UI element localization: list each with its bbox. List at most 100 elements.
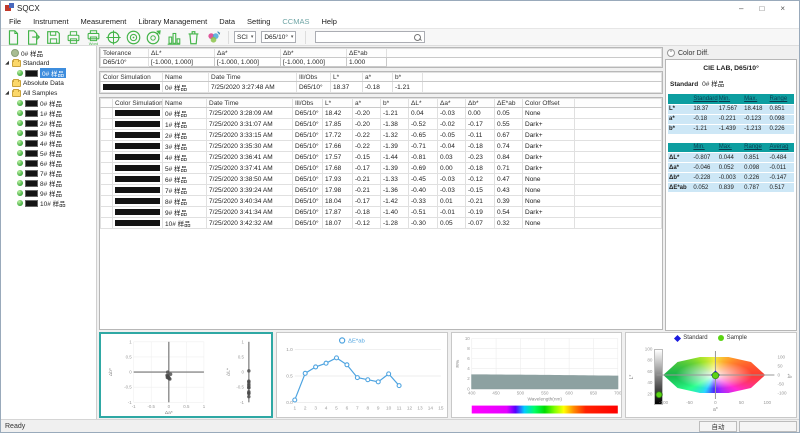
sample-cell: -0.52 [409,119,438,130]
color-simulation-swatch [115,121,160,127]
illuminant-observer-select[interactable]: D65/10°▾ [261,31,296,43]
target-button[interactable] [144,29,163,45]
abs-cell: -1.213 [743,124,768,134]
sample-row[interactable]: 2# 样品7/25/2020 3:33:15 AMD65/10°17.72-0.… [101,130,662,141]
tree-item-sample[interactable]: 0# 样品 [1,68,96,78]
abs-row: b*-1.21-1.439-1.2130.226 [668,124,794,134]
samples-header: Ill/Obs [293,99,323,108]
tree-item-sample[interactable]: 10# 样品 [1,198,96,208]
new-document-button[interactable] [4,29,23,45]
sample-cell: Dark+ [523,119,575,130]
delta-ab-scatter-chart[interactable]: -1-0.500.51-1-0.500.51Δa*Δb*-1-0.500.51Δ… [99,332,273,418]
delete-button[interactable] [184,29,203,45]
sample-row[interactable]: 0# 样品7/25/2020 3:28:09 AMD65/10°18.42-0.… [101,108,662,119]
sample-row[interactable]: 4# 样品7/25/2020 3:36:41 AMD65/10°17.57-0.… [101,152,662,163]
menu-item-ccmas[interactable]: CCMAS [276,16,315,27]
color-simulation-swatch [115,187,160,193]
calibrate-button[interactable] [104,29,123,45]
save-button[interactable] [44,29,63,45]
tree-item-sample[interactable]: 8# 样品 [1,178,96,188]
sample-row[interactable]: 10# 样品7/25/2020 3:42:32 AMD65/10°18.07-0… [101,218,662,229]
search-input[interactable] [316,32,413,42]
abs-header [668,94,692,104]
spectral-reflectance-chart[interactable]: 0246810400450500550600650700Wavelength(n… [451,332,623,418]
tolerance-value[interactable]: 1.000 [347,58,387,67]
print-button[interactable] [64,29,83,45]
sample-row[interactable]: 8# 样品7/25/2020 3:40:34 AMD65/10°18.04-0.… [101,196,662,207]
calibration-rings-button[interactable] [124,29,143,45]
tree-item-sample[interactable]: 2# 样品 [1,118,96,128]
sample-color-swatch [25,110,38,117]
search-icon[interactable] [413,33,422,42]
sample-row[interactable]: 7# 样品7/25/2020 3:39:24 AMD65/10°17.98-0.… [101,185,662,196]
sample-cell: 7/25/2020 3:39:24 AM [207,185,293,196]
auto-button[interactable]: 自动 [699,421,737,432]
tree-item-sample[interactable]: 4# 样品 [1,138,96,148]
tree-node-absolute-data[interactable]: Absolute Data [1,78,96,88]
tree-item-current-standard[interactable]: 0# 样品 [1,48,96,58]
tree-item-sample[interactable]: 5# 样品 [1,148,96,158]
tree-item-sample[interactable]: 0# 样品 [1,98,96,108]
sample-row[interactable]: 1# 样品7/25/2020 3:31:07 AMD65/10°17.85-0.… [101,119,662,130]
target-icon [145,29,162,46]
color-simulation-swatch [115,143,160,149]
abs-header: Max. [743,94,768,104]
menu-item-library-management[interactable]: Library Management [132,16,213,27]
sample-row[interactable]: 9# 样品7/25/2020 3:41:34 AMD65/10°17.87-0.… [101,207,662,218]
sample-cell: -1.28 [381,218,409,229]
collapse-up-icon[interactable]: ^ [667,49,675,57]
close-button[interactable]: × [780,4,785,13]
measured-icon [17,150,23,156]
sample-color-swatch [25,130,38,137]
menu-item-measurement[interactable]: Measurement [75,16,133,27]
minimize-button[interactable]: – [739,4,743,13]
measurement-mode-select[interactable]: SCI▾ [234,31,256,43]
color-simulation-swatch [115,198,160,204]
svg-text:1: 1 [129,339,132,344]
tree-item-sample[interactable]: 3# 样品 [1,128,96,138]
sample-row[interactable]: 3# 样品7/25/2020 3:35:30 AMD65/10°17.66-0.… [101,141,662,152]
menu-item-help[interactable]: Help [315,16,342,27]
color-simulation-swatch [115,132,160,138]
svg-text:-0.5: -0.5 [124,385,132,390]
sample-row[interactable]: 5# 样品7/25/2020 3:37:41 AMD65/10°17.68-0.… [101,163,662,174]
tree-item-sample[interactable]: 7# 样品 [1,168,96,178]
tree-node-all-samples[interactable]: ◢All Samples [1,88,96,98]
export-document-button[interactable] [24,29,43,45]
print-word-button[interactable]: Word [84,29,103,45]
expanded-icon[interactable]: ◢ [4,60,10,66]
color-diff-header[interactable]: ^ Color Diff. [665,47,797,59]
menu-item-instrument[interactable]: Instrument [27,16,74,27]
sample-cell: -0.22 [353,130,381,141]
tolerance-value[interactable]: [-1.000, 1.000] [215,58,281,67]
abs-header: Min. [718,94,743,104]
tolerance-value[interactable]: [-1.000, 1.000] [281,58,347,67]
menu-item-data[interactable]: Data [213,16,241,27]
tree-item-sample[interactable]: 1# 样品 [1,108,96,118]
svg-text:a*: a* [713,407,718,413]
delta-e-trend-chart[interactable]: ΔE*ab0.00.51.0123456789101112131415 [276,332,448,418]
color-tool-button[interactable] [204,29,223,45]
diff-cell: -0.807 [692,153,717,163]
statistics-button[interactable] [164,29,183,45]
tree-item-sample[interactable]: 9# 样品 [1,188,96,198]
tree-item-sample[interactable]: 6# 样品 [1,158,96,168]
sample-cell: 0.55 [495,119,523,130]
maximize-button[interactable]: □ [759,4,764,13]
expanded-icon[interactable]: ◢ [4,90,10,96]
standard-row[interactable]: 0# 样品7/25/2020 3:27:48 AMD65/10°18.37-0.… [101,82,662,93]
sample-cell: 17.57 [323,152,353,163]
tolerance-value [387,58,662,67]
sample-cell: 3# 样品 [163,141,207,152]
sample-row[interactable]: 6# 样品7/25/2020 3:38:50 AMD65/10°17.93-0.… [101,174,662,185]
color-gamut-chart[interactable]: StandardSample -100-50050100a*100500-50-… [625,332,797,418]
tolerance-header [387,49,662,58]
statistics-icon [165,29,182,46]
tolerance-header: Δa* [215,49,281,58]
menu-item-setting[interactable]: Setting [241,16,276,27]
menu-item-file[interactable]: File [3,16,27,27]
color-diff-panel: CIE LAB, D65/10° Standard0# 样品 StandardM… [665,59,797,331]
tree-node-standard[interactable]: ◢Standard [1,58,96,68]
illuminant-value: D65/10° [264,34,288,41]
tolerance-value[interactable]: [-1.000, 1.000] [149,58,215,67]
